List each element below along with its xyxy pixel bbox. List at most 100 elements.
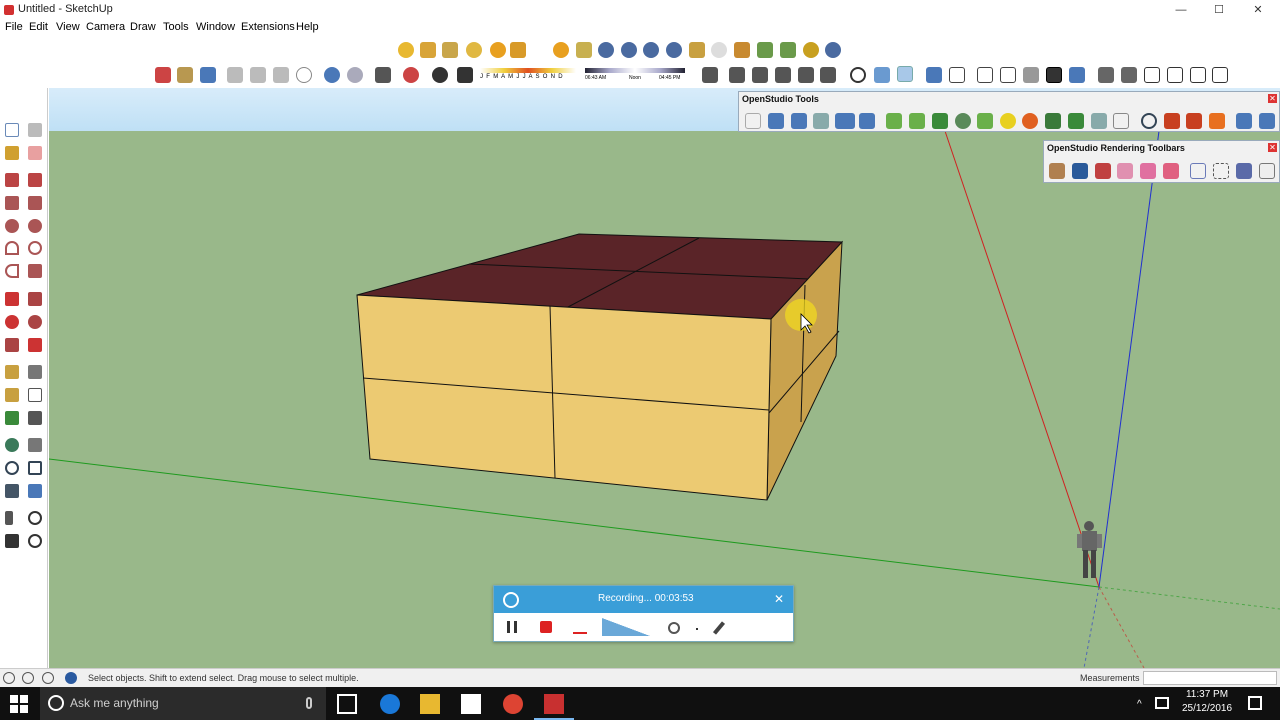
3d-text-icon[interactable]	[28, 411, 42, 425]
stop-icon[interactable]	[540, 621, 552, 633]
style-icon[interactable]	[775, 67, 791, 83]
zoom-extents-icon[interactable]	[5, 484, 19, 498]
save-icon[interactable]	[200, 67, 216, 83]
line-icon[interactable]	[5, 173, 19, 187]
shaded-textures-icon[interactable]	[1046, 67, 1062, 83]
back-view-icon[interactable]	[1190, 67, 1206, 83]
plugin-icon[interactable]	[780, 42, 796, 58]
undo-icon[interactable]	[324, 67, 340, 83]
notifications-icon[interactable]	[1248, 696, 1262, 710]
zoom-icon[interactable]	[5, 461, 19, 475]
render-mode-icon[interactable]	[1113, 113, 1129, 129]
copy-icon[interactable]	[250, 67, 266, 83]
export-icon[interactable]	[859, 113, 875, 129]
protractor-icon[interactable]	[5, 388, 19, 402]
menu-edit[interactable]: Edit	[29, 21, 48, 33]
surface-matching-icon[interactable]	[1068, 113, 1084, 129]
pen-icon[interactable]	[712, 621, 726, 635]
plugin-icon[interactable]	[803, 42, 819, 58]
edge-browser-icon[interactable]	[380, 694, 400, 714]
windows-start-icon[interactable]	[10, 695, 28, 713]
redo-icon[interactable]	[347, 67, 363, 83]
rectangle-icon[interactable]	[5, 196, 19, 210]
recorder-close-button[interactable]: ✕	[774, 592, 784, 606]
dropdown-dot-icon[interactable]	[696, 628, 698, 630]
inspector-icon[interactable]	[1141, 113, 1157, 129]
plugin-icon[interactable]	[490, 42, 506, 58]
follow-me-icon[interactable]	[28, 315, 42, 329]
help-icon[interactable]	[666, 42, 682, 58]
cortana-search-box[interactable]: Ask me anything	[40, 687, 326, 720]
open-icon[interactable]	[177, 67, 193, 83]
xray-icon[interactable]	[926, 67, 942, 83]
warehouse-icon[interactable]	[403, 67, 419, 83]
section-plane-icon[interactable]	[874, 67, 890, 83]
br-tool-icon[interactable]	[643, 42, 659, 58]
menu-draw[interactable]: Draw	[130, 21, 156, 33]
rotated-rectangle-icon[interactable]	[28, 196, 42, 210]
hidden-line-icon[interactable]	[1000, 67, 1016, 83]
menu-window[interactable]: Window	[196, 21, 235, 33]
m-tool-icon[interactable]	[553, 42, 569, 58]
eraser-icon[interactable]	[28, 146, 42, 160]
save-model-icon[interactable]	[791, 113, 807, 129]
space-type-icon[interactable]	[1091, 113, 1107, 129]
interior-partition-icon[interactable]	[955, 113, 971, 129]
chrome-icon[interactable]	[503, 694, 523, 714]
new-thermal-zone-icon[interactable]	[909, 113, 925, 129]
freehand-icon[interactable]	[28, 173, 42, 187]
plugin-icon[interactable]	[442, 42, 458, 58]
erase-icon[interactable]	[296, 67, 312, 83]
walk-icon[interactable]	[5, 534, 19, 548]
errors-warnings-icon[interactable]	[1209, 113, 1225, 129]
shaded-icon[interactable]	[1023, 67, 1039, 83]
render-by-boundary-icon[interactable]	[1072, 163, 1088, 179]
section-display-icon[interactable]	[897, 66, 913, 82]
illuminance-map-icon[interactable]	[1000, 113, 1016, 129]
menu-file[interactable]: File	[5, 21, 23, 33]
render-by-space-type-icon[interactable]	[1117, 163, 1133, 179]
cut-icon[interactable]	[227, 67, 243, 83]
measurements-input[interactable]	[1143, 671, 1277, 685]
menu-help[interactable]: Help	[296, 21, 319, 33]
user-account-icon[interactable]	[42, 672, 54, 684]
minimize-button[interactable]: —	[1167, 2, 1195, 18]
geo-location-icon[interactable]	[3, 672, 15, 684]
offset-icon[interactable]	[28, 338, 42, 352]
circle-icon[interactable]	[5, 219, 19, 233]
arc-icon[interactable]	[5, 241, 19, 255]
daylighting-icon[interactable]	[1022, 113, 1038, 129]
import-idf-icon[interactable]	[835, 113, 855, 129]
render-by-class-icon[interactable]	[1049, 163, 1065, 179]
menu-camera[interactable]: Camera	[86, 21, 125, 33]
xray-render-icon[interactable]	[1236, 163, 1252, 179]
credits-icon[interactable]	[22, 672, 34, 684]
pause-plugin-icon[interactable]	[825, 42, 841, 58]
text-icon[interactable]	[28, 388, 42, 402]
dimension-icon[interactable]	[28, 365, 42, 379]
pause-icon[interactable]	[507, 621, 517, 633]
three-point-arc-icon[interactable]	[5, 264, 19, 278]
render-by-construction-icon[interactable]	[1095, 163, 1111, 179]
tape-measure-icon[interactable]	[5, 365, 19, 379]
make-component-icon[interactable]	[28, 123, 42, 137]
zoom-window-icon[interactable]	[28, 461, 42, 475]
filter-icon[interactable]	[1164, 113, 1180, 129]
launch-app-icon[interactable]	[1236, 113, 1252, 129]
menu-tools[interactable]: Tools	[163, 21, 189, 33]
wireframe-icon[interactable]	[977, 67, 993, 83]
paint-bucket-icon[interactable]	[5, 146, 19, 160]
instructor-help-icon[interactable]	[65, 672, 77, 684]
position-camera-icon[interactable]	[5, 511, 13, 525]
front-view-icon[interactable]	[1144, 67, 1160, 83]
outliner-icon[interactable]	[820, 67, 836, 83]
scene-icon[interactable]	[798, 67, 814, 83]
glare-sensor-icon[interactable]	[1045, 113, 1061, 129]
rt-tool-icon[interactable]	[621, 42, 637, 58]
section-plane-tool-icon[interactable]	[28, 534, 42, 548]
iso-view-icon[interactable]	[1098, 67, 1114, 83]
shadows-toggle-icon[interactable]	[432, 67, 448, 83]
close-window-button[interactable]: ✕	[1244, 2, 1272, 18]
render-by-story-icon[interactable]	[1163, 163, 1179, 179]
plugin-icon[interactable]	[734, 42, 750, 58]
